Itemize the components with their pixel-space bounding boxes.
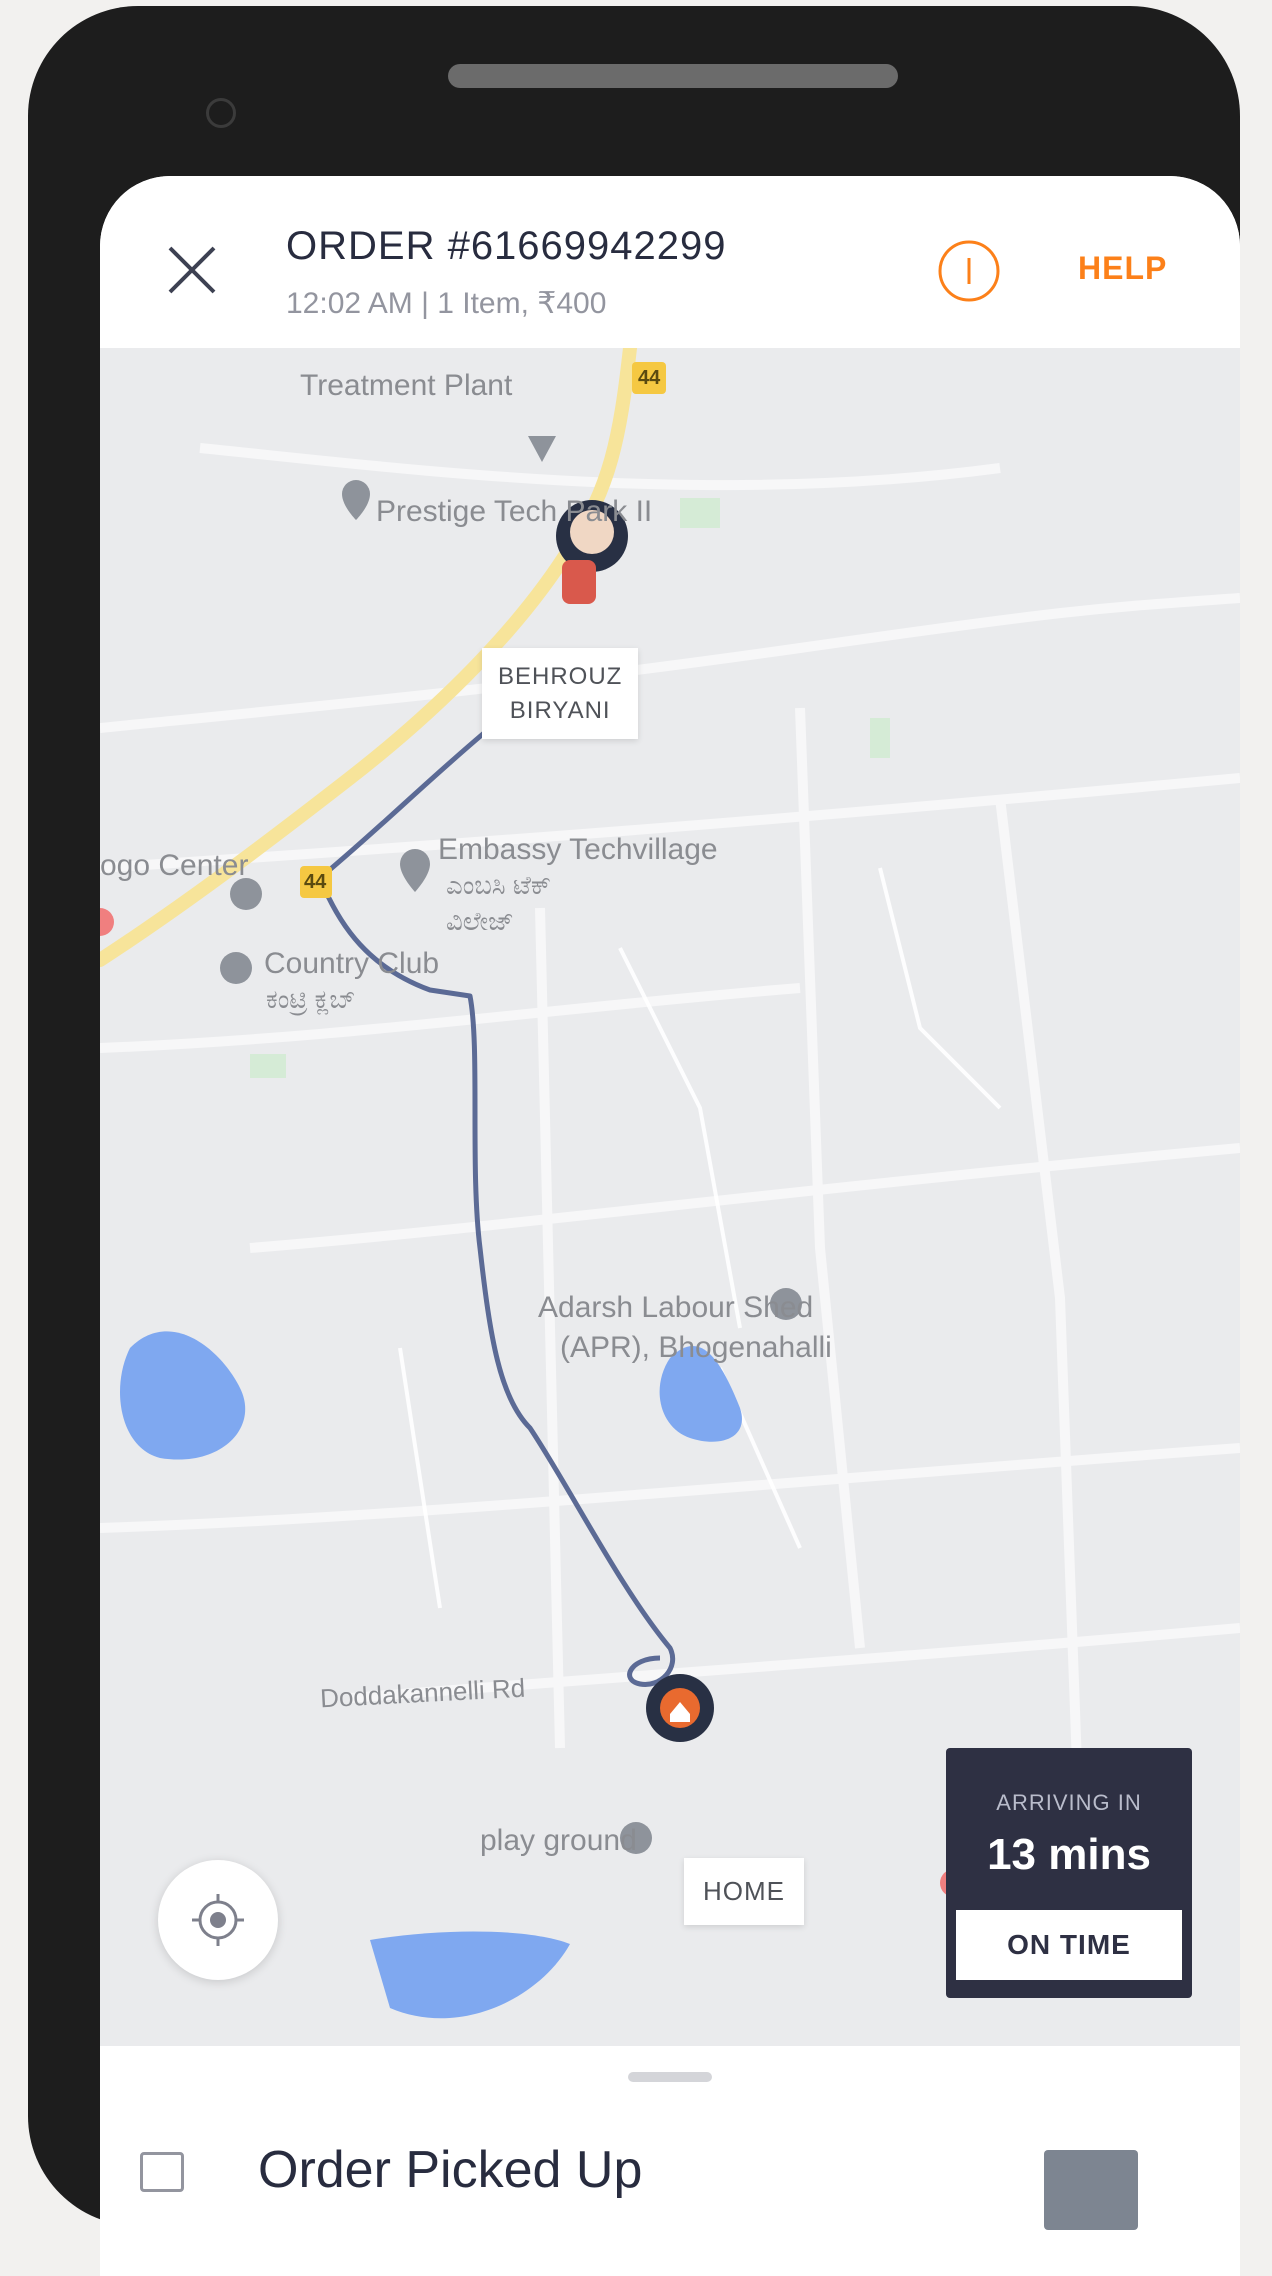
place-embassy-local2: ವಿಲೇಜ್ xyxy=(446,906,515,936)
close-button[interactable] xyxy=(160,238,224,302)
front-camera xyxy=(206,98,236,128)
restaurant-name-line2: BIRYANI xyxy=(509,696,611,724)
poi-icon xyxy=(220,952,252,984)
place-adarsh-2: (APR), Bhogenahalli xyxy=(560,1331,832,1364)
phone-frame: ORDER #61669942299 12:02 AM | 1 Item, ₹4… xyxy=(28,6,1240,2276)
restaurant-name-line1: BEHROUZ xyxy=(498,663,623,690)
order-summary: 12:02 AM | 1 Item, ₹400 xyxy=(286,287,607,320)
place-treatment-plant: Treatment Plant xyxy=(300,369,513,402)
info-icon xyxy=(938,240,1000,302)
place-country-club: Country Club xyxy=(264,947,440,980)
speaker-grille xyxy=(448,64,898,88)
order-header: ORDER #61669942299 12:02 AM | 1 Item, ₹4… xyxy=(100,176,1240,348)
eta-status-badge: ON TIME xyxy=(956,1910,1182,1980)
place-adarsh: Adarsh Labour Shed xyxy=(538,1291,814,1324)
info-button[interactable] xyxy=(936,238,1002,304)
help-button[interactable]: HELP xyxy=(1078,250,1167,287)
place-country-club-local: ಕಂಟ್ರಿ ಕ್ಲಬ್ xyxy=(266,984,356,1014)
eta-caption: ARRIVING IN xyxy=(996,1790,1142,1815)
place-embassy-local: ಎಂಬಸಿ ಟೆಕ್ xyxy=(446,870,552,900)
order-status-sheet[interactable]: Order Picked Up xyxy=(100,2046,1240,2276)
eta-value: 13 mins xyxy=(987,1830,1151,1879)
order-number: ORDER #61669942299 xyxy=(286,224,727,268)
eta-card: ARRIVING IN 13 mins ON TIME xyxy=(946,1748,1192,1998)
my-location-icon xyxy=(192,1894,244,1946)
place-embassy: Embassy Techvillage xyxy=(438,833,718,866)
map-pin-icon xyxy=(400,849,430,892)
sheet-drag-handle[interactable] xyxy=(628,2072,712,2082)
app-screen: ORDER #61669942299 12:02 AM | 1 Item, ₹4… xyxy=(100,176,1240,2276)
place-prestige: Prestige Tech Park II xyxy=(376,495,653,528)
home-marker xyxy=(646,1674,714,1742)
order-status-title: Order Picked Up xyxy=(258,2141,643,2199)
restaurant-label: BEHROUZ BIRYANI xyxy=(482,648,639,740)
delivery-partner-avatar[interactable] xyxy=(1044,2150,1138,2230)
highway-number: 44 xyxy=(304,871,327,893)
place-ground: play ground xyxy=(480,1824,637,1857)
place-logo-center: ogo Center xyxy=(100,849,249,882)
map-pin-icon xyxy=(342,480,370,520)
home-label: HOME xyxy=(684,1858,804,1925)
live-tracking-map[interactable]: 44 44 Treatment Plant Prestige Tech Park… xyxy=(100,348,1240,2046)
recenter-button[interactable] xyxy=(158,1860,278,1980)
close-icon xyxy=(168,246,216,294)
highway-number: 44 xyxy=(638,367,661,389)
order-status-icon xyxy=(140,2152,184,2192)
